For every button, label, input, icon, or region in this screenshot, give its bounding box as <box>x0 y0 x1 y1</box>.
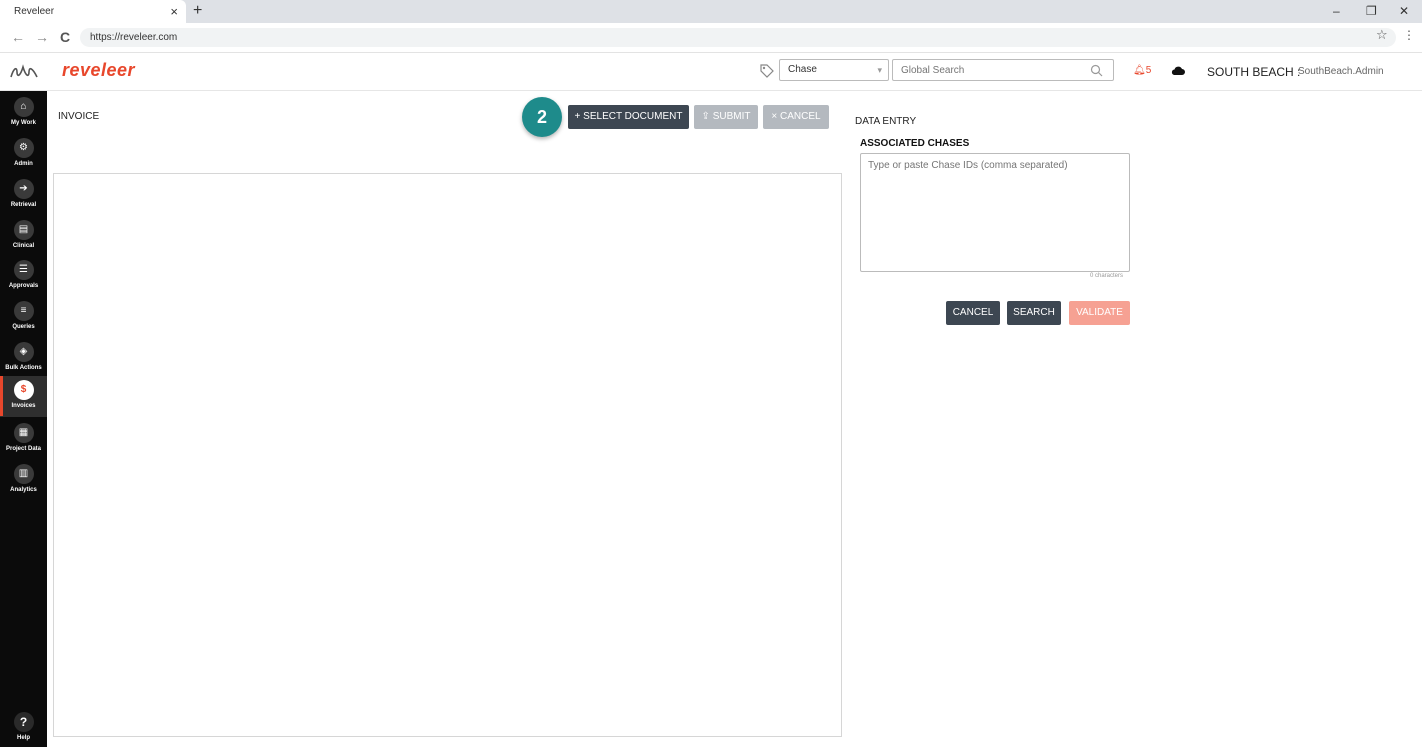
data-entry-title: DATA ENTRY <box>855 116 917 127</box>
sidebar-item-label: Analytics <box>10 487 37 493</box>
sidebar-item-analytics[interactable]: ▥ Analytics <box>0 461 47 501</box>
restore-icon[interactable]: ❐ <box>1366 0 1377 22</box>
sidebar-item-label: Project Data <box>5 446 41 452</box>
validate-button[interactable]: VALIDATE <box>1069 301 1130 325</box>
notification-count: 5 <box>1145 65 1152 76</box>
tag-icon[interactable] <box>759 63 775 79</box>
sidebar-item-label: My Work <box>11 120 36 126</box>
forward-icon[interactable]: → <box>35 23 49 51</box>
browser-address-bar: ← → C https://reveleer.com ☆ ⋮ <box>0 23 1422 53</box>
browser-tab[interactable]: Reveleer × <box>0 0 186 23</box>
sidebar-item-bulk-actions[interactable]: ◈ Bulk Actions <box>0 339 47 379</box>
global-search-input[interactable] <box>892 59 1114 81</box>
character-count: 0 characters <box>1089 273 1123 279</box>
search-icon[interactable] <box>1090 64 1103 77</box>
sidebar-item-label: Bulk Actions <box>5 365 42 371</box>
user-name[interactable]: SouthBeach.Admin <box>1298 66 1384 77</box>
checklist-icon: ☰ <box>13 260 34 280</box>
cancel-button[interactable]: CANCEL <box>946 301 1000 325</box>
sidebar-item-label: Invoices <box>11 403 36 409</box>
chase-select-value: Chase <box>788 64 817 75</box>
sidebar-item-help[interactable]: ? Help <box>0 709 47 741</box>
sidebar-item-clinical[interactable]: ▤ Clinical <box>0 217 47 257</box>
sidebar-item-project-data[interactable]: ▦ Project Data <box>0 420 47 460</box>
arrow-right-icon: ➔ <box>13 179 34 199</box>
document-viewer[interactable] <box>53 173 842 737</box>
sidebar-item-label: Help <box>16 735 30 741</box>
url-field[interactable]: https://reveleer.com <box>80 28 1396 47</box>
chart-icon: ▥ <box>13 464 34 484</box>
organization-name: SOUTH BEACH : <box>1207 65 1301 79</box>
app-header: reveleer Chase ▾ 🔔︎5 SOUTH BEACH : South… <box>0 54 1422 91</box>
step-badge: 2 <box>522 97 562 137</box>
sidebar-item-label: Clinical <box>12 243 35 249</box>
reload-icon[interactable]: C <box>60 23 70 51</box>
tab-close-icon[interactable]: × <box>170 0 178 23</box>
select-document-button[interactable]: + SELECT DOCUMENT <box>568 105 689 129</box>
list-icon: ≡ <box>13 301 34 321</box>
minimize-icon[interactable]: – <box>1333 0 1340 22</box>
sidebar-item-label: Approvals <box>8 283 39 289</box>
brand-name[interactable]: reveleer <box>62 60 135 81</box>
notifications-bell-icon[interactable]: 🔔︎5 <box>1133 65 1151 76</box>
submit-button[interactable]: ⇪ SUBMIT <box>694 105 758 129</box>
clipboard-icon: ▤ <box>13 220 34 240</box>
sidebar-item-admin[interactable]: ⚙ Admin <box>0 135 47 175</box>
close-window-icon[interactable]: ✕ <box>1399 0 1409 22</box>
tab-title: Reveleer <box>14 6 55 17</box>
sidebar-item-queries[interactable]: ≡ Queries <box>0 298 47 338</box>
chase-ids-input[interactable] <box>860 153 1130 272</box>
project-data-icon: ▦ <box>13 423 34 443</box>
sidebar-item-label: Retrieval <box>10 202 37 208</box>
associated-chases-label: ASSOCIATED CHASES <box>860 138 970 149</box>
gear-icon: ⚙ <box>13 138 34 158</box>
chevron-down-icon: ▾ <box>877 65 882 75</box>
sidebar-nav: ⌂ My Work ⚙ Admin ➔ Retrieval ▤ Clinical… <box>0 91 47 747</box>
sidebar-item-label: Queries <box>12 324 35 330</box>
bookmark-star-icon[interactable]: ☆ <box>1376 27 1388 43</box>
cloud-icon[interactable] <box>1171 66 1185 76</box>
chase-type-select[interactable]: Chase ▾ <box>779 59 889 81</box>
back-icon[interactable]: ← <box>11 23 25 51</box>
invoice-title: INVOICE <box>58 111 100 122</box>
cancel-invoice-button[interactable]: × CANCEL <box>763 105 829 129</box>
home-icon: ⌂ <box>13 97 34 117</box>
sidebar-item-retrieval[interactable]: ➔ Retrieval <box>0 176 47 216</box>
sidebar-item-label: Admin <box>14 161 33 167</box>
search-button[interactable]: SEARCH <box>1007 301 1061 325</box>
reveleer-logo-icon[interactable] <box>9 63 39 81</box>
browser-tab-bar: Reveleer × + – ❐ ✕ <box>0 0 1422 23</box>
browser-menu-icon[interactable]: ⋮ <box>1403 28 1415 42</box>
sidebar-item-my-work[interactable]: ⌂ My Work <box>0 94 47 134</box>
layers-icon: ◈ <box>13 342 34 362</box>
help-icon: ? <box>13 712 34 732</box>
dollar-icon: $ <box>13 380 34 400</box>
sidebar-item-invoices[interactable]: $ Invoices <box>0 376 47 417</box>
sidebar-item-approvals[interactable]: ☰ Approvals <box>0 257 47 297</box>
new-tab-icon[interactable]: + <box>193 0 202 22</box>
